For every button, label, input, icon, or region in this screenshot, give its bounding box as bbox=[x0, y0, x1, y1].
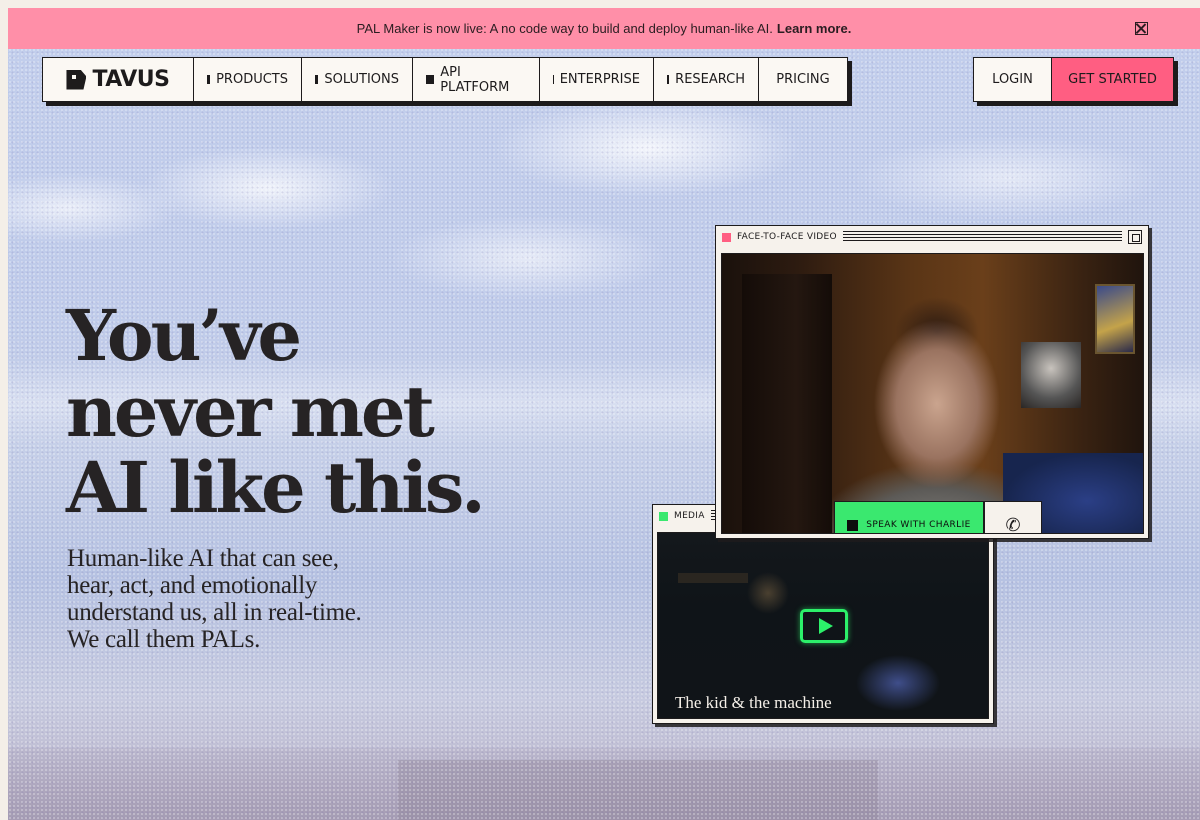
speak-with-charlie-button[interactable]: SPEAK WITH CHARLIE bbox=[834, 501, 984, 533]
scene-poster bbox=[1095, 284, 1135, 354]
hero-subtitle: Human-like AI that can see, hear, act, a… bbox=[67, 545, 362, 653]
nav-item-enterprise[interactable]: ENTERPRISE bbox=[540, 58, 654, 101]
logo[interactable]: TAVUS bbox=[43, 58, 194, 101]
hero-title: You’ve never met AI like this. bbox=[66, 298, 486, 526]
face-to-face-video-window: FACE-TO-FACE VIDEO SPEAK WITH CHARLIE ✆ bbox=[715, 225, 1149, 539]
nav-item-label: PRODUCTS bbox=[216, 72, 288, 87]
banner-learn-more-link[interactable]: Learn more. bbox=[777, 21, 851, 36]
square-icon bbox=[426, 75, 435, 84]
square-icon bbox=[315, 75, 319, 84]
nav-item-pricing[interactable]: PRICING bbox=[759, 58, 847, 101]
nav-item-label: API PLATFORM bbox=[440, 64, 510, 95]
titlebar-lines bbox=[842, 231, 1122, 243]
media-caption: The kid & the machine bbox=[675, 693, 832, 712]
square-icon bbox=[667, 75, 670, 84]
scene-detail bbox=[678, 573, 748, 583]
get-started-button[interactable]: GET STARTED bbox=[1052, 58, 1173, 101]
media-window-label: MEDIA bbox=[674, 511, 705, 521]
close-icon[interactable] bbox=[1135, 22, 1148, 35]
nav-item-solutions[interactable]: SOLUTIONS bbox=[302, 58, 413, 101]
announcement-banner: PAL Maker is now live: A no code way to … bbox=[8, 8, 1200, 49]
hero-title-line: AI like this. bbox=[66, 446, 486, 529]
nav-item-api-platform[interactable]: API PLATFORM bbox=[413, 58, 540, 101]
nav-item-label: RESEARCH bbox=[675, 72, 745, 87]
background-block bbox=[398, 760, 878, 820]
video-window-label: FACE-TO-FACE VIDEO bbox=[737, 232, 837, 242]
logo-mark-icon bbox=[66, 69, 87, 90]
scene-poster bbox=[1021, 342, 1081, 408]
nav-item-label: SOLUTIONS bbox=[324, 72, 399, 87]
banner-text: PAL Maker is now live: A no code way to … bbox=[356, 21, 773, 36]
play-icon[interactable] bbox=[800, 609, 848, 643]
hero-title-line: You’ve bbox=[66, 294, 302, 377]
square-icon bbox=[847, 519, 859, 531]
expand-icon[interactable] bbox=[1128, 230, 1142, 244]
hero-title-line: never met bbox=[66, 370, 435, 453]
nav-item-label: PRICING bbox=[776, 72, 830, 87]
nav-item-products[interactable]: PRODUCTS bbox=[194, 58, 302, 101]
video-window-bar: FACE-TO-FACE VIDEO bbox=[716, 226, 1148, 248]
logo-text: TAVUS bbox=[92, 67, 170, 92]
status-dot-icon bbox=[722, 232, 731, 242]
login-button[interactable]: LOGIN bbox=[974, 58, 1052, 101]
main-nav: TAVUS PRODUCTS SOLUTIONS API PLATFORM EN… bbox=[42, 57, 848, 102]
nav-item-label: ENTERPRISE bbox=[559, 72, 640, 87]
media-video[interactable]: The kid & the machine bbox=[657, 532, 989, 719]
auth-buttons: LOGIN GET STARTED bbox=[973, 57, 1174, 102]
nav-item-research[interactable]: RESEARCH bbox=[654, 58, 759, 101]
square-icon bbox=[553, 75, 554, 84]
square-icon bbox=[207, 75, 211, 84]
phone-icon[interactable]: ✆ bbox=[984, 501, 1042, 533]
scene-door bbox=[742, 274, 832, 533]
video-feed: SPEAK WITH CHARLIE ✆ bbox=[721, 253, 1144, 534]
status-dot-icon bbox=[659, 511, 668, 521]
speak-button-label: SPEAK WITH CHARLIE bbox=[866, 520, 971, 530]
